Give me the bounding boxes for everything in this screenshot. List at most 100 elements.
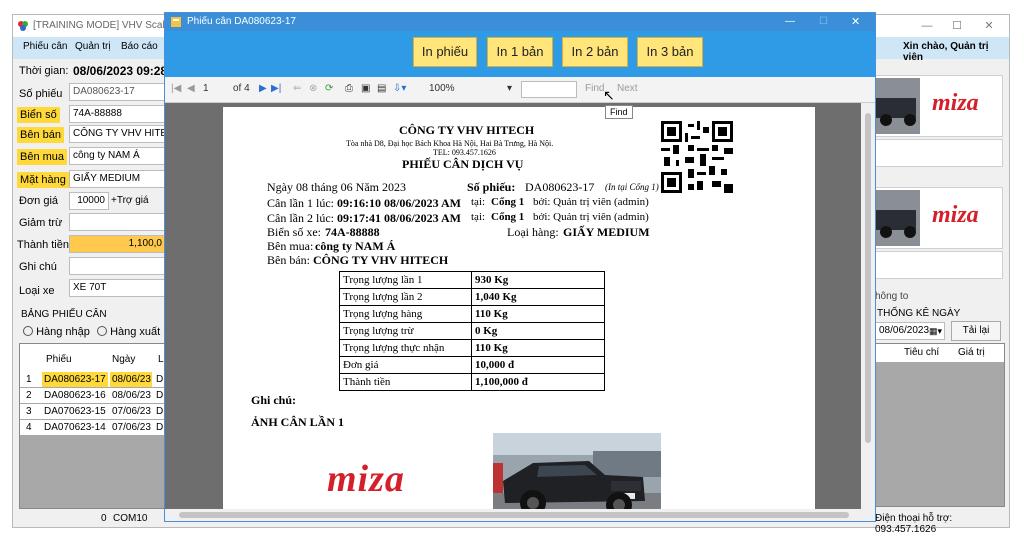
table-row: Trọng lượng lần 2 1,040 Kg xyxy=(339,288,605,306)
doc-company: CÔNG TY VHV HITECH xyxy=(399,123,535,137)
grid-header-phieu[interactable]: Phiếu xyxy=(44,352,72,367)
ben-mua-field[interactable]: công ty NAM Á xyxy=(69,147,165,165)
bien-so-field[interactable]: 74A-88888 xyxy=(69,105,165,123)
row-phieu: DA070623-15 xyxy=(44,406,106,417)
table-row: Trọng lượng lần 1 930 Kg xyxy=(339,271,605,289)
grid-header-ngay[interactable]: Ngày xyxy=(110,352,135,367)
horizontal-scrollbar[interactable] xyxy=(165,509,861,521)
doc-so-phieu-label: Số phiếu: xyxy=(467,180,516,194)
row-phieu: DA070623-14 xyxy=(44,422,106,433)
right-image-box-2: miza xyxy=(875,187,1003,249)
weight-number: 1,040 xyxy=(475,291,500,303)
ghi-chu-label: Ghi chú xyxy=(19,261,57,273)
dialog-close-icon[interactable]: ✕ xyxy=(851,13,860,31)
dialog-minimize-icon[interactable]: — xyxy=(785,13,795,31)
table-row[interactable]: 1 DA080623-17 08/06/23 D. xyxy=(20,372,166,387)
menu-quan-tri[interactable]: Quản trị xyxy=(75,41,111,52)
weight-number: 10,000 xyxy=(475,359,506,371)
find-input[interactable] xyxy=(521,81,577,98)
row-ngay: 08/06/23 xyxy=(112,390,151,401)
stop-icon[interactable]: ⊗ xyxy=(309,83,317,94)
col-tieu-chi[interactable]: Tiêu chí xyxy=(904,347,939,358)
viewer-toolbar: |◀ ◀ 1 of 4 ▶ ▶| ⇐ ⊗ ⟳ ⎙ ▣ ▤ ⇩▾ 100% ▾ F… xyxy=(165,77,875,103)
doc-bien-so-label: Biển số xe: xyxy=(267,225,321,239)
refresh-icon[interactable]: ⟳ xyxy=(325,83,333,94)
row-ngay: 08/06/23 xyxy=(110,372,152,387)
phieu-grid: Phiếu Ngày Lo 1 DA080623-17 08/06/23 D. … xyxy=(19,343,169,509)
thanh-tien-field[interactable]: 1,100,0 xyxy=(69,235,165,253)
minimize-icon[interactable]: — xyxy=(913,17,941,35)
zoom-select[interactable]: 100% ▾ xyxy=(429,83,515,94)
doc-ghi-chu: Ghi chú: xyxy=(251,393,297,407)
doc-loai-hang: GIẤY MEDIUM xyxy=(563,225,650,239)
vertical-scrollbar[interactable] xyxy=(861,103,875,509)
in-2-ban-button[interactable]: In 2 bản xyxy=(562,37,628,67)
right-khong-to: hông to xyxy=(875,291,909,302)
table-row[interactable]: 2 DA080623-16 08/06/23 D. xyxy=(20,388,166,403)
mat-hang-label: Mặt hàng xyxy=(17,172,69,188)
page-setup-icon[interactable]: ▤ xyxy=(377,83,386,94)
report-page: CÔNG TY VHV HITECH Tòa nhà D8, Đại học B… xyxy=(223,107,815,509)
weight-key: Thành tiền xyxy=(339,373,472,391)
ghi-chu-field[interactable] xyxy=(69,257,165,275)
export-icon[interactable]: ⇩▾ xyxy=(393,83,406,94)
print-layout-icon[interactable]: ▣ xyxy=(361,83,370,94)
right-field-1 xyxy=(875,139,1003,167)
weight-key: Trọng lượng lần 2 xyxy=(339,288,472,306)
thoi-gian-label: Thời gian: xyxy=(19,65,69,77)
calendar-dropdown-icon[interactable]: ▦▾ xyxy=(929,323,942,339)
status-com: COM10 xyxy=(113,513,148,524)
weight-value: 110 Kg xyxy=(471,305,605,323)
truck-thumb-1 xyxy=(876,78,920,134)
so-phieu-field[interactable]: DA080623-17 xyxy=(69,83,165,101)
in-phieu-button[interactable]: In phiếu xyxy=(413,37,477,67)
table-row[interactable]: 3 DA070623-15 07/06/23 D. xyxy=(20,404,166,419)
in-3-ban-button[interactable]: In 3 bản xyxy=(637,37,703,67)
next-link[interactable]: Next xyxy=(617,83,638,94)
next-page-icon[interactable]: ▶ xyxy=(259,83,267,94)
weight-unit: đ xyxy=(508,359,515,371)
zoom-dropdown-icon[interactable]: ▾ xyxy=(507,83,512,94)
last-page-icon[interactable]: ▶| xyxy=(271,83,281,94)
maximize-icon[interactable]: ☐ xyxy=(943,17,971,35)
doc-can1-cong: Cổng 1 xyxy=(491,196,525,208)
radio-hang-nhap[interactable]: Hàng nhập xyxy=(23,326,90,338)
horizontal-scroll-thumb[interactable] xyxy=(179,512,849,518)
close-icon[interactable]: ✕ xyxy=(975,17,1003,35)
back-icon[interactable]: ⇐ xyxy=(293,83,301,94)
table-row: Đơn giá 10,000 đ xyxy=(339,356,605,374)
reload-button[interactable]: Tải lại xyxy=(951,321,1001,341)
thanh-tien-label: Thành tiền xyxy=(17,239,69,251)
thong-ke-date-picker[interactable]: 08/06/2023 ▦▾ xyxy=(875,322,945,340)
right-field-2 xyxy=(875,251,1003,279)
giam-tru-field[interactable] xyxy=(69,213,165,231)
doc-loai-hang-label: Loại hàng: xyxy=(507,225,559,239)
page-number-input[interactable]: 1 xyxy=(203,83,209,94)
in-1-ban-button[interactable]: In 1 bản xyxy=(487,37,553,67)
ben-mua-label: Bên mua xyxy=(17,149,68,165)
menu-bao-cao[interactable]: Báo cáo xyxy=(121,41,158,52)
print-icon[interactable]: ⎙ xyxy=(345,83,353,94)
col-gia-tri[interactable]: Giá trị xyxy=(958,347,985,358)
doc-ben-mua-label: Bên mua: xyxy=(267,239,314,253)
loai-xe-field[interactable]: XE 70T xyxy=(69,279,165,297)
doc-can1-time: 09:16:10 08/06/2023 AM xyxy=(337,196,461,210)
first-page-icon[interactable]: |◀ xyxy=(171,83,181,94)
weight-key: Trọng lượng thực nhận xyxy=(339,339,472,357)
vertical-scroll-thumb[interactable] xyxy=(865,113,871,443)
don-gia-label: Đơn giá xyxy=(19,195,59,207)
table-row[interactable]: 4 DA070623-14 07/06/23 D. xyxy=(20,420,166,435)
ben-ban-field[interactable]: CÔNG TY VHV HITEC xyxy=(69,125,165,143)
row-number: 1 xyxy=(26,374,32,385)
weight-key: Trọng lượng trừ xyxy=(339,322,472,340)
prev-page-icon[interactable]: ◀ xyxy=(187,83,195,94)
don-gia-field[interactable]: 10000 xyxy=(69,192,109,210)
qr-code xyxy=(661,121,733,193)
mat-hang-field[interactable]: GIẤY MEDIUM xyxy=(69,170,165,188)
report-viewer[interactable]: CÔNG TY VHV HITECH Tòa nhà D8, Đại học B… xyxy=(165,103,861,509)
menu-phieu-can[interactable]: Phiếu cân xyxy=(23,41,67,52)
weight-value: 1,040 Kg xyxy=(471,288,605,306)
radio-hang-xuat[interactable]: Hàng xuất xyxy=(97,326,160,338)
dialog-maximize-icon[interactable]: ☐ xyxy=(819,13,828,31)
find-link[interactable]: Find xyxy=(585,83,604,94)
